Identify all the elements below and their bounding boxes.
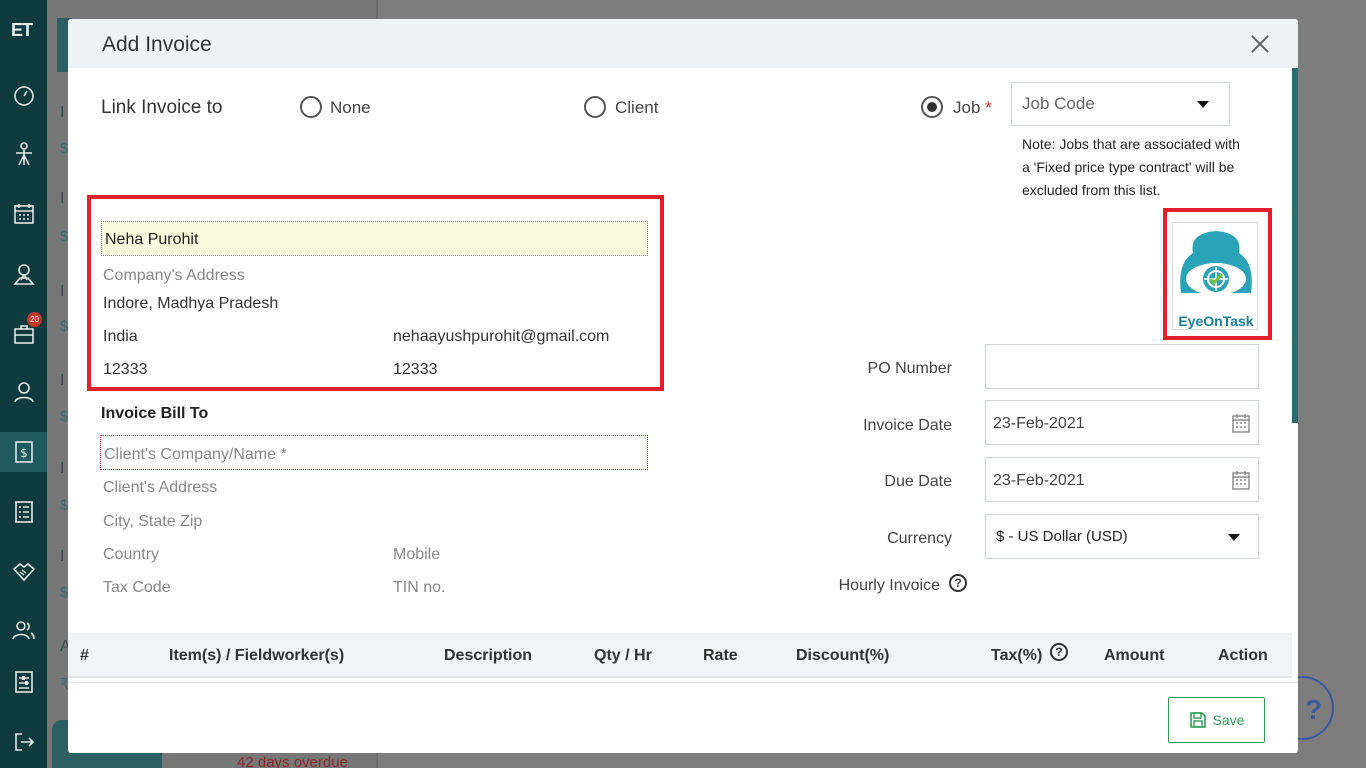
sender-city-state[interactable]: Indore, Madhya Pradesh: [103, 295, 278, 313]
logout-icon[interactable]: [0, 722, 47, 762]
col-qty: Qty / Hr: [594, 647, 652, 664]
radio-job[interactable]: [921, 96, 943, 118]
radio-none[interactable]: [300, 96, 322, 118]
calendar-icon[interactable]: [1232, 470, 1250, 490]
dashboard-icon[interactable]: [0, 76, 47, 116]
due-date-label: Due Date: [884, 473, 952, 490]
background-row-mark: I: [60, 283, 65, 300]
chevron-down-icon: [1228, 533, 1240, 541]
col-amount: Amount: [1104, 647, 1165, 664]
background-row-mark: I: [60, 190, 65, 207]
save-label: Save: [1212, 712, 1245, 728]
due-date-input[interactable]: 23-Feb-2021: [985, 457, 1259, 502]
notification-badge: 20: [27, 312, 42, 327]
currency-label: Currency: [887, 530, 952, 547]
sender-tin[interactable]: 12333: [393, 361, 438, 379]
currency-select[interactable]: $ - US Dollar (USD): [985, 514, 1259, 559]
sender-address-placeholder[interactable]: Company's Address: [103, 267, 245, 285]
background-row-mark: I: [60, 104, 65, 121]
map-icon[interactable]: [0, 254, 47, 294]
client-tax-code-field[interactable]: Tax Code: [103, 579, 171, 597]
client-address-field[interactable]: Client's Address: [103, 479, 217, 497]
app-logo[interactable]: ET: [11, 20, 35, 46]
col-description: Description: [444, 647, 533, 664]
help-question-icon[interactable]: ?: [949, 574, 967, 592]
col-discount: Discount(%): [796, 647, 890, 664]
job-code-placeholder: Job Code: [1022, 94, 1095, 113]
modal-title: Add Invoice: [102, 33, 212, 56]
svg-text:$: $: [20, 446, 28, 460]
background-row-mark: I: [60, 548, 65, 565]
radio-client-label[interactable]: Client: [615, 98, 658, 118]
sender-name-field[interactable]: Neha Purohit: [101, 221, 648, 256]
modal-footer: Save: [68, 682, 1298, 753]
hourly-invoice-label: Hourly Invoice: [838, 577, 940, 594]
background-row-mark: I: [60, 372, 65, 389]
col-rate: Rate: [703, 647, 738, 664]
col-items: Item(s) / Fieldworker(s): [169, 647, 345, 664]
app-sidebar: ET 20 $: [0, 0, 47, 768]
po-number-input[interactable]: [985, 344, 1259, 389]
client-mobile-field[interactable]: Mobile: [393, 546, 440, 564]
calendar-icon[interactable]: [0, 194, 47, 234]
due-date-value: 23-Feb-2021: [993, 472, 1085, 489]
link-invoice-label: Link Invoice to: [101, 97, 223, 118]
background-overdue-text: 42 days overdue: [237, 754, 348, 768]
col-number: #: [80, 647, 89, 664]
po-number-label: PO Number: [867, 360, 952, 377]
client-company-field[interactable]: Client's Company/Name *: [100, 435, 648, 470]
jobs-icon[interactable]: [0, 134, 47, 174]
line-items-table-header: # Item(s) / Fieldworker(s) Description Q…: [68, 633, 1292, 678]
invoice-bill-to-title: Invoice Bill To: [101, 405, 209, 422]
background-row-mark: I: [60, 460, 65, 477]
team-icon[interactable]: [0, 610, 47, 650]
settings-sliders-icon[interactable]: [0, 662, 47, 702]
save-button[interactable]: Save: [1168, 697, 1265, 743]
invoice-date-label: Invoice Date: [863, 417, 952, 434]
eye-logo-icon: [1180, 231, 1252, 295]
modal-scrollbar[interactable]: [1292, 68, 1298, 423]
col-tax: Tax(%): [991, 647, 1043, 664]
client-city-field[interactable]: City, State Zip: [103, 513, 202, 531]
list-icon[interactable]: [0, 492, 47, 532]
help-icon: ?: [1305, 694, 1323, 725]
logo-text: EyeOnTask: [1178, 313, 1254, 329]
close-icon[interactable]: [1248, 32, 1272, 56]
add-invoice-modal: Add Invoice Link Invoice to None Client …: [68, 19, 1298, 753]
sender-email[interactable]: nehaayushpurohit@gmail.com: [393, 328, 609, 346]
floppy-disk-icon: [1189, 712, 1206, 728]
modal-header: Add Invoice: [68, 19, 1298, 68]
radio-job-text: Job: [953, 98, 981, 117]
handshake-icon[interactable]: [0, 552, 47, 592]
sender-tax-code[interactable]: 12333: [103, 361, 148, 379]
chevron-down-icon: [1197, 101, 1209, 108]
invoice-date-value: 23-Feb-2021: [993, 415, 1085, 432]
job-code-select[interactable]: Job Code: [1011, 82, 1230, 126]
job-note: Note: Jobs that are associated with a 'F…: [1022, 136, 1240, 198]
invoice-dollar-icon[interactable]: $: [0, 432, 47, 472]
currency-value: $ - US Dollar (USD): [996, 528, 1128, 545]
calendar-icon[interactable]: [1232, 413, 1250, 433]
client-tin-field[interactable]: TIN no.: [393, 579, 445, 597]
sender-country[interactable]: India: [103, 328, 138, 346]
col-action: Action: [1218, 647, 1268, 664]
tax-help-icon[interactable]: ?: [1050, 643, 1068, 661]
invoice-date-input[interactable]: 23-Feb-2021: [985, 400, 1259, 445]
radio-none-label[interactable]: None: [330, 98, 371, 118]
radio-job-label[interactable]: Job *: [953, 98, 992, 118]
user-icon[interactable]: [0, 372, 47, 412]
radio-client[interactable]: [584, 96, 606, 118]
client-country-field[interactable]: Country: [103, 546, 159, 564]
company-logo[interactable]: EyeOnTask: [1172, 222, 1258, 330]
required-mark: *: [985, 98, 992, 117]
